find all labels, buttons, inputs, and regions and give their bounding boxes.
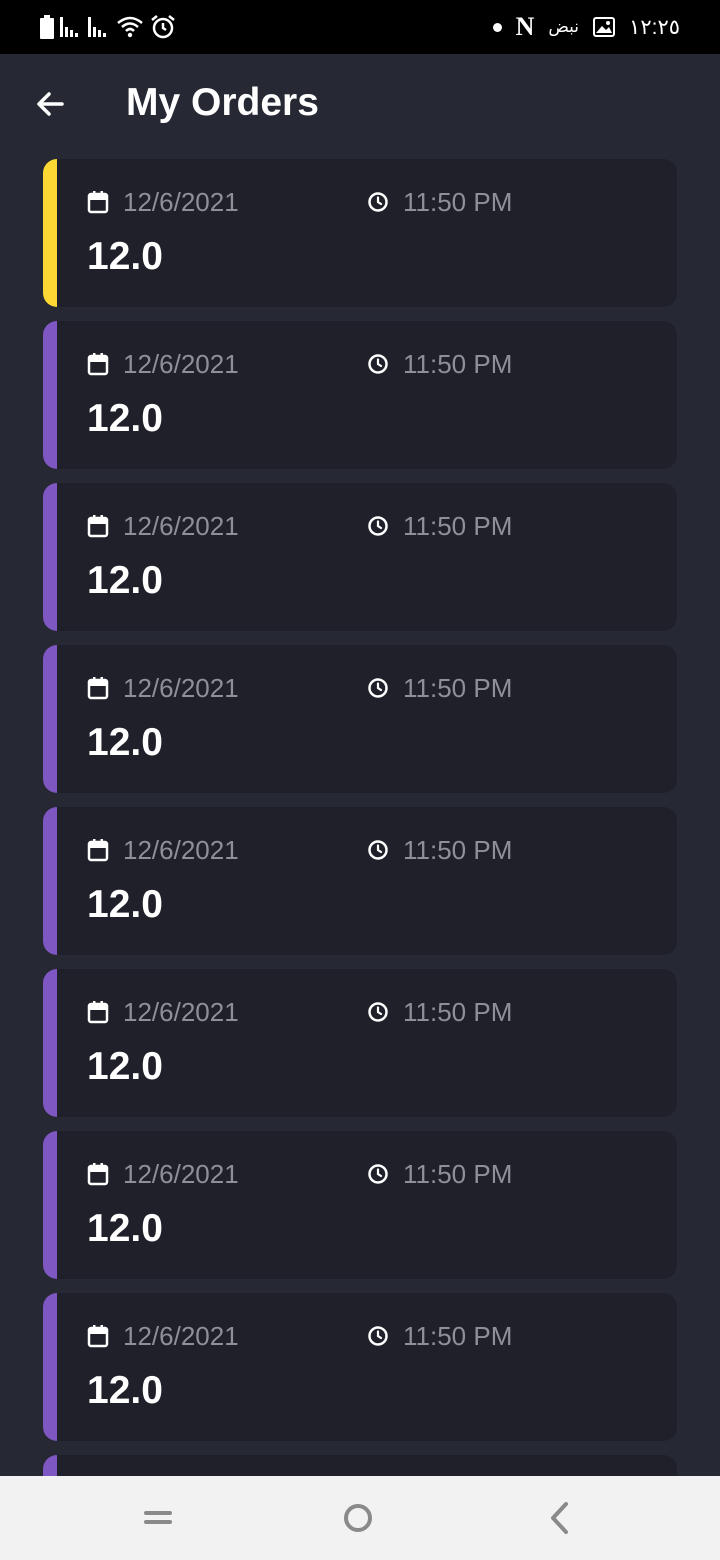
order-time: 11:50 PM — [367, 997, 512, 1027]
order-time-text: 11:50 PM — [403, 1158, 513, 1189]
system-nav-bar — [0, 1476, 720, 1560]
calendar-icon — [87, 839, 109, 862]
order-date-text: 12/6/2021 — [123, 1158, 239, 1189]
order-card[interactable]: 12/6/2021 11:50 PM 12.0 — [43, 969, 677, 1117]
order-card[interactable]: 12/6/2021 11:50 PM 12.0 — [43, 159, 677, 307]
calendar-icon — [87, 515, 109, 538]
clock-icon — [368, 678, 388, 698]
order-date: 12/6/2021 — [87, 187, 239, 217]
order-card[interactable] — [43, 1455, 677, 1476]
order-time: 11:50 PM — [367, 835, 512, 865]
back-button[interactable] — [28, 82, 72, 126]
wifi-icon — [117, 16, 143, 38]
order-time-text: 11:50 PM — [403, 996, 513, 1027]
order-time: 11:50 PM — [367, 1321, 512, 1351]
status-time: ١٢:٢٥ — [629, 15, 680, 39]
order-date-text: 12/6/2021 — [123, 672, 239, 703]
notification-dot — [492, 22, 502, 32]
order-time-text: 11:50 PM — [403, 1320, 513, 1351]
order-status-accent — [43, 1455, 57, 1476]
app-header: My Orders — [0, 54, 720, 154]
order-date: 12/6/2021 — [87, 511, 239, 541]
order-time-text: 11:50 PM — [403, 186, 513, 217]
order-status-accent — [43, 483, 57, 631]
order-date: 12/6/2021 — [87, 673, 239, 703]
order-time: 11:50 PM — [367, 187, 512, 217]
order-status-accent — [43, 969, 57, 1117]
order-card[interactable]: 12/6/2021 11:50 PM 12.0 — [43, 807, 677, 955]
battery-icon — [40, 15, 54, 39]
order-date-text: 12/6/2021 — [123, 834, 239, 865]
order-date: 12/6/2021 — [87, 997, 239, 1027]
status-bar-left — [40, 12, 176, 42]
clock-icon — [368, 1164, 388, 1184]
status-bar: N نبض ١٢:٢٥ — [0, 0, 720, 54]
order-date-text: 12/6/2021 — [123, 348, 239, 379]
calendar-icon — [87, 677, 109, 700]
alarm-icon — [151, 15, 175, 39]
order-card[interactable]: 12/6/2021 11:50 PM 12.0 — [43, 1293, 677, 1441]
order-time: 11:50 PM — [367, 673, 512, 703]
order-status-accent — [43, 1131, 57, 1279]
calendar-icon — [87, 1325, 109, 1348]
order-status-accent — [43, 321, 57, 469]
order-amount: 12.0 — [87, 397, 163, 440]
order-status-accent — [43, 159, 57, 307]
image-icon — [593, 17, 616, 37]
order-time-text: 11:50 PM — [403, 672, 513, 703]
order-card[interactable]: 12/6/2021 11:50 PM 12.0 — [43, 1131, 677, 1279]
order-date-text: 12/6/2021 — [123, 1320, 239, 1351]
nav-recents-button[interactable] — [136, 1498, 180, 1538]
order-amount: 12.0 — [87, 721, 163, 764]
clock-icon — [368, 516, 388, 536]
order-amount: 12.0 — [87, 1369, 163, 1412]
nav-back-button[interactable] — [538, 1498, 582, 1538]
clock-icon — [368, 1002, 388, 1022]
order-amount: 12.0 — [87, 1207, 163, 1250]
order-status-accent — [43, 645, 57, 793]
order-date: 12/6/2021 — [87, 1159, 239, 1189]
order-amount: 12.0 — [87, 235, 163, 278]
calendar-icon — [87, 1163, 109, 1186]
order-status-accent — [43, 1293, 57, 1441]
order-amount: 12.0 — [87, 1045, 163, 1088]
order-card[interactable]: 12/6/2021 11:50 PM 12.0 — [43, 483, 677, 631]
order-date: 12/6/2021 — [87, 349, 239, 379]
order-date-text: 12/6/2021 — [123, 186, 239, 217]
order-card[interactable]: 12/6/2021 11:50 PM 12.0 — [43, 645, 677, 793]
order-time-text: 11:50 PM — [403, 348, 513, 379]
order-amount: 12.0 — [87, 883, 163, 926]
nav-home-button[interactable] — [336, 1498, 380, 1538]
order-date-text: 12/6/2021 — [123, 996, 239, 1027]
status-bar-right: N نبض ١٢:٢٥ — [492, 12, 680, 42]
clock-icon — [368, 1326, 388, 1346]
order-status-accent — [43, 807, 57, 955]
signal-icon — [88, 17, 106, 37]
order-time: 11:50 PM — [367, 511, 512, 541]
order-date: 12/6/2021 — [87, 1321, 239, 1351]
arrow-left-icon — [37, 92, 64, 116]
clock-icon — [368, 192, 388, 212]
order-time: 11:50 PM — [367, 349, 512, 379]
order-amount: 12.0 — [87, 559, 163, 602]
signal-icon — [60, 17, 78, 37]
order-time-text: 11:50 PM — [403, 510, 513, 541]
clock-icon — [368, 840, 388, 860]
order-time: 11:50 PM — [367, 1159, 512, 1189]
netflix-icon: N — [515, 12, 535, 41]
order-date-text: 12/6/2021 — [123, 510, 239, 541]
order-list[interactable]: 12/6/2021 11:50 PM 12.0 12/6/2021 11:50 … — [43, 159, 677, 1476]
page-title: My Orders — [126, 81, 319, 124]
calendar-icon — [87, 353, 109, 376]
calendar-icon — [87, 1001, 109, 1024]
back-chevron-icon — [551, 1502, 568, 1534]
home-icon — [344, 1504, 372, 1532]
clock-icon — [368, 354, 388, 374]
recents-icon — [144, 1511, 172, 1524]
calendar-icon — [87, 191, 109, 214]
order-date: 12/6/2021 — [87, 835, 239, 865]
order-card[interactable]: 12/6/2021 11:50 PM 12.0 — [43, 321, 677, 469]
order-time-text: 11:50 PM — [403, 834, 513, 865]
notification-text: نبض — [548, 17, 580, 36]
